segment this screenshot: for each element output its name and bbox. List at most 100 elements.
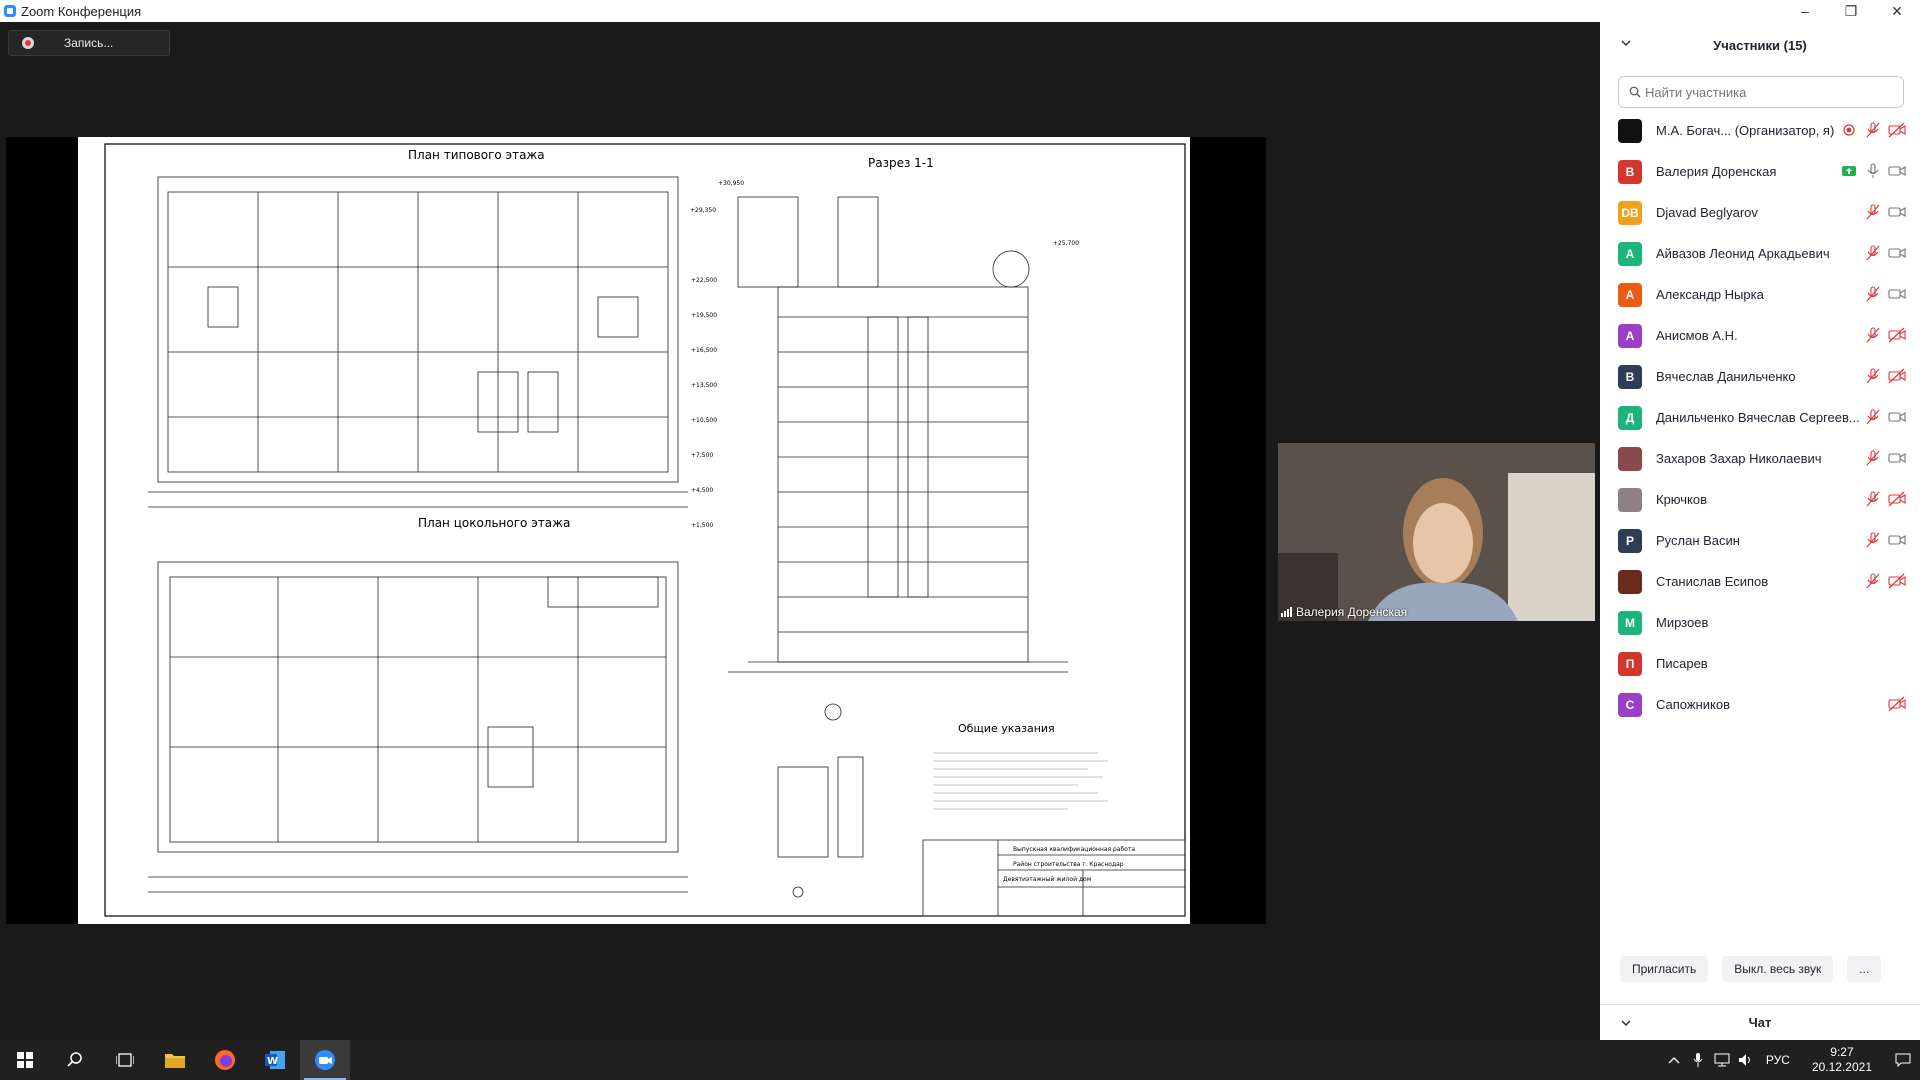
stamp-line-1: Выпускная квалификационная работа xyxy=(1013,846,1135,853)
participant-row[interactable]: Крючков xyxy=(1600,479,1920,520)
participant-row[interactable]: DB Djavad Beglyarov xyxy=(1600,192,1920,233)
rec-icon[interactable] xyxy=(1840,122,1858,143)
mic-muted-icon[interactable] xyxy=(1864,450,1882,471)
elevation-mark: +19,500 xyxy=(691,312,717,319)
participant-status-icons xyxy=(1864,327,1906,348)
word-button[interactable]: W xyxy=(250,1040,300,1080)
close-button[interactable]: ✕ xyxy=(1874,0,1920,22)
elevation-mark: +22,500 xyxy=(691,277,717,284)
language-indicator[interactable]: РУС xyxy=(1758,1053,1798,1067)
recording-button[interactable]: Запись... xyxy=(8,30,170,56)
maximize-button[interactable]: ❐ xyxy=(1828,0,1874,22)
avatar: Р xyxy=(1618,528,1642,553)
participant-row[interactable]: Д Данильченко Вячеслав Сергеев... xyxy=(1600,397,1920,438)
participant-row[interactable]: В Вячеслав Данильченко xyxy=(1600,356,1920,397)
chat-header[interactable]: Чат xyxy=(1600,1004,1920,1040)
volume-icon[interactable] xyxy=(1734,1053,1758,1067)
avatar xyxy=(1618,487,1642,512)
video-icon[interactable] xyxy=(1888,245,1906,266)
participant-row[interactable]: М Мирзоев xyxy=(1600,602,1920,643)
participant-row[interactable]: Станислав Есипов xyxy=(1600,561,1920,602)
elevation-mark: +7,500 xyxy=(691,452,713,459)
participant-name: Вячеслав Данильченко xyxy=(1656,369,1796,384)
video-icon[interactable] xyxy=(1888,409,1906,430)
task-view-button[interactable] xyxy=(100,1040,150,1080)
more-button[interactable]: ... xyxy=(1847,956,1882,982)
stamp-line-3: Девятиэтажный жилой дом xyxy=(1003,876,1091,883)
participant-row[interactable]: А Александр Нырка xyxy=(1600,274,1920,315)
video-icon[interactable] xyxy=(1888,532,1906,553)
chevron-up-icon[interactable] xyxy=(1662,1056,1686,1064)
video-off-icon[interactable] xyxy=(1888,368,1906,389)
system-tray: РУС 9:27 20.12.2021 xyxy=(1662,1040,1920,1080)
avatar: П xyxy=(1618,651,1642,676)
avatar xyxy=(1618,569,1642,594)
participant-name: Djavad Beglyarov xyxy=(1656,205,1758,220)
notes-text-lines xyxy=(933,752,1108,810)
participants-footer: Пригласить Выкл. весь звук ... xyxy=(1600,954,1920,984)
video-off-icon[interactable] xyxy=(1888,491,1906,512)
video-icon[interactable] xyxy=(1888,286,1906,307)
participant-list: М.А. Богач... (Организатор, я) В Валерия Д… xyxy=(1600,110,1920,725)
participant-row[interactable]: А Анисмов А.Н. xyxy=(1600,315,1920,356)
task-view-icon xyxy=(116,1053,134,1067)
clock-time: 9:27 xyxy=(1830,1045,1854,1059)
video-off-icon[interactable] xyxy=(1888,327,1906,348)
signal-icon xyxy=(1281,607,1292,617)
avatar xyxy=(1618,118,1642,143)
participant-row[interactable]: П Писарев xyxy=(1600,643,1920,684)
building-section xyxy=(728,196,1068,673)
video-off-icon[interactable] xyxy=(1888,122,1906,143)
participant-status-icons xyxy=(1864,204,1906,225)
mic-icon[interactable] xyxy=(1864,163,1882,184)
participant-row[interactable]: Р Руслан Васин xyxy=(1600,520,1920,561)
share-icon[interactable] xyxy=(1840,163,1858,184)
elevation-mark: +1,500 xyxy=(691,522,713,529)
participant-status-icons xyxy=(1864,532,1906,553)
firefox-button[interactable] xyxy=(200,1040,250,1080)
mic-muted-icon[interactable] xyxy=(1864,122,1882,143)
mic-muted-icon[interactable] xyxy=(1864,532,1882,553)
participant-search[interactable] xyxy=(1618,76,1904,108)
wall-detail xyxy=(777,703,864,898)
search-input[interactable] xyxy=(1645,84,1885,100)
video-feed xyxy=(1278,443,1595,621)
chevron-down-icon[interactable] xyxy=(1620,1017,1632,1029)
avatar: С xyxy=(1618,692,1642,717)
video-icon[interactable] xyxy=(1888,204,1906,225)
elevation-mark: +29,350 xyxy=(690,207,716,214)
video-icon[interactable] xyxy=(1888,163,1906,184)
mic-muted-icon[interactable] xyxy=(1864,327,1882,348)
mic-muted-icon[interactable] xyxy=(1864,573,1882,594)
zoom-taskbar-button[interactable] xyxy=(300,1040,350,1080)
mic-muted-icon[interactable] xyxy=(1864,368,1882,389)
mic-muted-icon[interactable] xyxy=(1864,204,1882,225)
avatar: В xyxy=(1618,159,1642,184)
invite-button[interactable]: Пригласить xyxy=(1620,956,1709,982)
participant-row[interactable]: А Айвазов Леонид Аркадьевич xyxy=(1600,233,1920,274)
video-off-icon[interactable] xyxy=(1888,573,1906,594)
search-button[interactable] xyxy=(50,1040,100,1080)
participant-row[interactable]: Захаров Захар Николаевич xyxy=(1600,438,1920,479)
start-button[interactable] xyxy=(0,1040,50,1080)
video-icon[interactable] xyxy=(1888,450,1906,471)
mic-muted-icon[interactable] xyxy=(1864,286,1882,307)
participant-video-tile[interactable]: Валерия Доренская xyxy=(1278,443,1595,621)
mic-muted-icon[interactable] xyxy=(1864,245,1882,266)
file-explorer-button[interactable] xyxy=(150,1040,200,1080)
elevation-mark: +10,500 xyxy=(691,417,717,424)
mic-muted-icon[interactable] xyxy=(1864,409,1882,430)
clock[interactable]: 9:27 20.12.2021 xyxy=(1798,1045,1886,1075)
network-icon[interactable] xyxy=(1710,1053,1734,1067)
participant-row[interactable]: С Сапожников xyxy=(1600,684,1920,725)
architectural-drawing: План типового этажа План цокольного этаж… xyxy=(104,143,1186,917)
video-off-icon[interactable] xyxy=(1888,696,1906,717)
notifications-icon[interactable] xyxy=(1886,1053,1920,1067)
minimize-button[interactable]: – xyxy=(1782,0,1828,22)
mute-all-button[interactable]: Выкл. весь звук xyxy=(1722,956,1834,982)
chevron-down-icon[interactable] xyxy=(1620,37,1632,49)
mic-muted-icon[interactable] xyxy=(1864,491,1882,512)
participant-row[interactable]: В Валерия Доренская xyxy=(1600,151,1920,192)
participant-row[interactable]: М.А. Богач... (Организатор, я) xyxy=(1600,110,1920,151)
microphone-icon[interactable] xyxy=(1686,1053,1710,1067)
